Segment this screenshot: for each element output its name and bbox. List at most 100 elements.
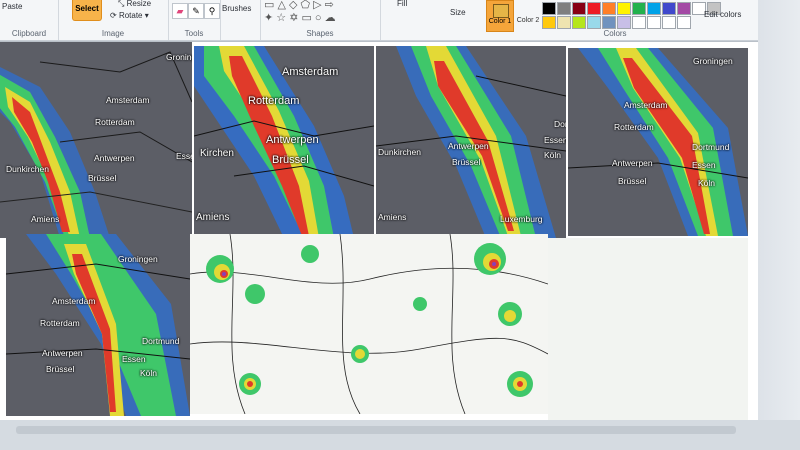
city-label: Köln	[140, 368, 158, 378]
city-label: Amiens	[378, 212, 407, 222]
palette-swatch[interactable]	[542, 2, 556, 15]
status-area	[0, 420, 800, 450]
city-label: Luxemburg	[500, 214, 543, 224]
palette-swatch[interactable]	[587, 2, 601, 15]
size-button[interactable]: Size	[450, 8, 466, 17]
colors-group-label: Colors	[603, 29, 627, 38]
rotate-label: Rotate	[118, 11, 143, 20]
edit-colors-button[interactable]: Edit colors	[704, 10, 741, 19]
brushes-button[interactable]: Brushes	[222, 4, 251, 13]
city-label: Essen	[544, 135, 566, 145]
ribbon: Paste Clipboard Select ⤡ Resize ⟳ Rotate…	[0, 0, 800, 41]
city-label: Groningen	[166, 52, 192, 62]
palette-swatch[interactable]	[572, 2, 586, 15]
color1-label: Color 1	[488, 18, 512, 25]
city-label: Rotterdam	[95, 117, 135, 127]
select-button[interactable]: Select	[72, 0, 102, 21]
screen: Paste Clipboard Select ⤡ Resize ⟳ Rotate…	[0, 0, 800, 450]
city-label: Dunkirchen	[378, 147, 421, 157]
palette-swatch[interactable]	[632, 16, 646, 29]
horizontal-scrollbar[interactable]	[16, 426, 736, 434]
city-label: Groningen	[693, 56, 733, 66]
monitor-bezel	[758, 0, 800, 450]
paste-button[interactable]: Paste	[2, 2, 22, 11]
city-label: Kirchen	[200, 148, 234, 159]
city-label: Dortmund	[142, 336, 180, 346]
paint-canvas[interactable]: Groningen Amsterdam Rotterdam Antwerpen …	[0, 42, 760, 420]
radar-map-panel-1: Groningen Amsterdam Rotterdam Antwerpen …	[0, 42, 192, 238]
city-label: Amsterdam	[52, 296, 96, 306]
resize-label: Resize	[126, 0, 152, 8]
city-label: Amiens	[31, 214, 60, 224]
radar-map-panel-4: Groningen Amsterdam Rotterdam Antwerpen …	[568, 48, 748, 236]
city-label: Antwerpen	[266, 134, 319, 146]
palette-swatch[interactable]	[542, 16, 556, 29]
palette-swatch[interactable]	[647, 16, 661, 29]
model-forecast-image	[190, 234, 548, 414]
tools-group: ▰ ✎ ⚲ Tools	[168, 0, 221, 40]
shapes-group: ▭ △ ◇ ⬠ ▷ ⇨ ✦ ☆ ✡ ▭ ○ ☁ Fill Shapes	[260, 0, 407, 40]
city-label: Amsterdam	[282, 66, 339, 78]
radar-map-5-image	[6, 234, 190, 416]
city-label: Dunkirchen	[6, 164, 49, 174]
palette-swatch[interactable]	[557, 2, 571, 15]
city-label: Amsterdam	[624, 100, 668, 110]
city-label: Rotterdam	[248, 95, 300, 107]
clipboard-group: Paste Clipboard	[0, 0, 59, 40]
radar-map-panel-5: Groningen Amsterdam Rotterdam Antwerpen …	[6, 234, 190, 416]
city-label: Antwerpen	[42, 348, 83, 358]
rotate-button[interactable]: ⟳ Rotate ▾	[110, 11, 149, 20]
color1-button[interactable]: Color 1	[486, 0, 514, 32]
city-label: Köln	[698, 178, 716, 188]
magnifier-icon[interactable]: ⚲	[204, 3, 220, 19]
tools-group-label: Tools	[184, 29, 204, 38]
city-label: Dortmund	[692, 142, 730, 152]
color2-label: Color 2	[516, 17, 540, 24]
city-label: Amsterdam	[106, 95, 150, 105]
palette-swatch[interactable]	[587, 16, 601, 29]
palette-swatch[interactable]	[557, 16, 571, 29]
city-label: Brüssel	[452, 157, 481, 167]
palette-swatch[interactable]	[602, 2, 616, 15]
palette-swatch[interactable]	[572, 16, 586, 29]
city-label: Antwerpen	[448, 141, 489, 151]
palette-swatch[interactable]	[632, 2, 646, 15]
palette-swatch[interactable]	[617, 16, 631, 29]
size-group: Size	[380, 0, 480, 40]
color1-swatch	[493, 4, 509, 18]
shapes-row2-icons[interactable]: ✦ ☆ ✡ ▭ ○ ☁	[264, 11, 336, 24]
radar-map-panel-2: Amsterdam Rotterdam Antwerpen Brüssel Ki…	[194, 46, 374, 238]
palette-swatch[interactable]	[662, 2, 676, 15]
city-label: Brüssel	[272, 154, 309, 166]
palette-swatch[interactable]	[677, 16, 691, 29]
city-label: Rotterdam	[614, 122, 654, 132]
palette-swatch[interactable]	[662, 16, 676, 29]
city-label: Brüssel	[618, 176, 647, 186]
palette-swatch[interactable]	[602, 16, 616, 29]
city-label: Rotterdam	[40, 318, 80, 328]
empty-canvas-area	[548, 238, 748, 420]
image-group: Select ⤡ Resize ⟳ Rotate ▾ Image	[58, 0, 169, 40]
clipboard-group-label: Clipboard	[11, 29, 47, 38]
city-label: Brüssel	[46, 364, 75, 374]
model-forecast-panel	[190, 234, 548, 414]
resize-button[interactable]: ⤡ Resize	[118, 0, 151, 9]
city-label: Amiens	[196, 212, 230, 223]
eraser-tool-icon[interactable]: ▰	[172, 3, 188, 19]
palette-swatch[interactable]	[647, 2, 661, 15]
palette-swatch[interactable]	[617, 2, 631, 15]
city-label: Essen	[176, 151, 192, 161]
shapes-row1-icons[interactable]: ▭ △ ◇ ⬠ ▷ ⇨	[264, 0, 334, 11]
radar-map-panel-3: Dort Essen Köln Dunkirchen Antwerpen Brü…	[376, 46, 566, 238]
city-label: Groningen	[118, 254, 158, 264]
shapes-group-label: Shapes	[306, 29, 334, 38]
city-label: Antwerpen	[612, 158, 653, 168]
city-label: Antwerpen	[94, 153, 135, 163]
palette-swatch[interactable]	[677, 2, 691, 15]
city-label: Dort	[554, 119, 566, 129]
city-label: Essen	[692, 160, 716, 170]
city-label: Köln	[544, 150, 562, 160]
color2-button[interactable]: Color 2	[516, 0, 540, 30]
color-picker-icon[interactable]: ✎	[188, 3, 204, 19]
brushes-group: Brushes	[220, 0, 261, 40]
